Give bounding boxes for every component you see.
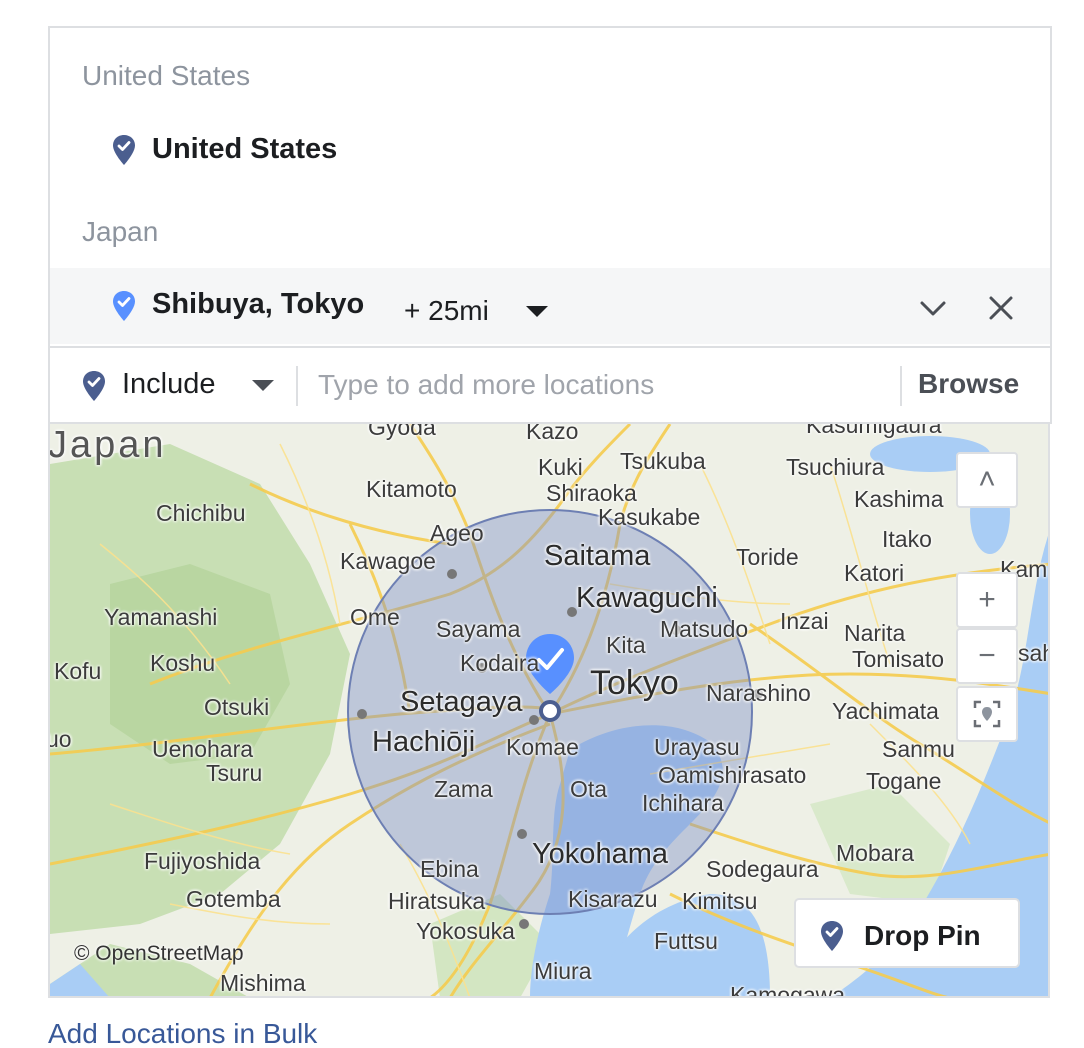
map-place-label: Yachimata	[832, 698, 939, 724]
map-place-label: Mishima	[220, 970, 306, 996]
map-place-label: Gotemba	[186, 886, 281, 912]
group-label-japan: Japan	[82, 216, 159, 247]
include-dropdown-caret-icon[interactable]	[252, 380, 274, 391]
map-place-label: Inzai	[780, 608, 829, 634]
map-place-label: Sanmu	[882, 736, 955, 762]
map-place-label: Komae	[506, 734, 579, 760]
map-place-label: Narashino	[706, 680, 811, 706]
location-list-panel: United States United States Japan Shibuy…	[48, 26, 1052, 346]
divider	[296, 366, 298, 406]
map-place-label: sah	[1018, 640, 1048, 666]
location-pin-icon	[821, 921, 843, 951]
location-name: Shibuya, Tokyo	[152, 288, 365, 320]
map-place-label: Miura	[534, 958, 592, 984]
chevron-up-icon: ˄	[978, 463, 996, 496]
divider	[900, 366, 902, 406]
map-place-label: Japan	[48, 424, 167, 466]
map-place-label: Tsuchiura	[786, 454, 885, 480]
map-place-label: Fujiyoshida	[144, 848, 261, 874]
map-place-label: Tokyo	[590, 664, 679, 702]
map-place-label: Toride	[736, 544, 799, 570]
map-place-label: Futtsu	[654, 928, 718, 954]
radius-dropdown-caret-icon[interactable]	[526, 306, 548, 317]
include-dropdown[interactable]: Include	[122, 368, 216, 401]
map-place-label: Kashima	[854, 486, 944, 512]
map-place-label: Katori	[844, 560, 905, 586]
map-place-label: uo	[48, 726, 72, 752]
radius-value[interactable]: + 25mi	[404, 295, 489, 327]
map-place-label: Saitama	[544, 540, 651, 572]
location-name: United States	[152, 133, 338, 165]
map-place-label: Shiraoka	[546, 480, 637, 506]
map-place-label: Gyoda	[368, 424, 436, 440]
map-place-label: Kofu	[54, 658, 102, 684]
map-place-label: Tsukuba	[620, 448, 706, 474]
plus-icon: +	[978, 583, 996, 616]
minus-icon: −	[978, 639, 996, 672]
map-place-label: Chichibu	[156, 500, 246, 526]
map-place-label: Itako	[882, 526, 932, 552]
map-place-label: Yokohama	[532, 838, 668, 870]
map-place-label: Kasukabe	[598, 504, 701, 530]
drop-pin-button[interactable]: Drop Pin	[794, 898, 1020, 968]
location-pin-icon	[113, 135, 135, 165]
add-locations-in-bulk-link[interactable]: Add Locations in Bulk	[48, 1018, 317, 1048]
location-item-united-states[interactable]: United States	[50, 112, 1050, 188]
close-icon[interactable]	[986, 293, 1016, 323]
browse-button[interactable]: Browse	[918, 368, 1019, 400]
map-place-label: Kuki	[538, 454, 583, 480]
map-place-label: Kisarazu	[568, 886, 658, 912]
map-place-label: Kawaguchi	[576, 582, 718, 614]
map-place-label: Kazo	[526, 424, 579, 444]
map-place-label: Sayama	[436, 616, 521, 642]
map-place-label: Kimitsu	[682, 888, 758, 914]
map-place-label: Tsuru	[206, 760, 263, 786]
map-place-label: Yokosuka	[416, 918, 515, 944]
map-place-label: Hiratsuka	[388, 888, 486, 914]
map-place-label: Narita	[844, 620, 906, 646]
location-input-bar: Include Browse	[48, 346, 1052, 424]
map-place-label: Yamanashi	[104, 604, 218, 630]
map-place-label: Kawagoe	[340, 548, 436, 574]
map-place-label: Kodaira	[460, 650, 540, 676]
map-place-label: Uenohara	[152, 736, 254, 762]
map-place-label: Oamishirasato	[658, 762, 807, 788]
map-place-label: Tomisato	[852, 646, 945, 672]
map-place-label: Mobara	[836, 840, 914, 866]
chevron-down-icon[interactable]	[918, 293, 948, 323]
map-place-label: Ebina	[420, 856, 479, 882]
location-pin-icon	[83, 371, 105, 401]
recenter-button[interactable]	[956, 686, 1018, 742]
zoom-out-button[interactable]: −	[956, 628, 1018, 684]
recenter-icon	[973, 700, 1001, 728]
map-place-label: Otsuki	[204, 694, 270, 720]
location-item-shibuya-tokyo[interactable]: Shibuya, Tokyo + 25mi	[50, 268, 1050, 344]
drop-pin-label: Drop Pin	[864, 920, 981, 951]
map-place-label: Ichihara	[642, 790, 724, 816]
group-label-united-states: United States	[82, 60, 251, 91]
location-search-input[interactable]	[318, 362, 878, 408]
map-place-label: Kitamoto	[366, 476, 457, 502]
map-place-label: Ageo	[430, 520, 484, 546]
map-place-label: Togane	[866, 768, 942, 794]
map-place-label: Sodegaura	[706, 856, 819, 882]
map-place-label: Kamogawa	[730, 982, 846, 998]
map-place-label: Setagaya	[400, 686, 523, 718]
zoom-in-button[interactable]: +	[956, 572, 1018, 628]
map-place-label: Koshu	[150, 650, 216, 676]
map-view[interactable]: Japan Gyoda Kazo Kasumigaura Kuki Tsukub…	[48, 424, 1050, 998]
map-place-label: Urayasu	[654, 734, 740, 760]
map-place-label: Matsudo	[660, 616, 749, 642]
map-place-label: Kasumigaura	[806, 424, 942, 438]
map-place-label: Zama	[434, 776, 493, 802]
map-place-label: Ome	[350, 604, 400, 630]
map-place-label: Ota	[570, 776, 608, 802]
map-attribution: © OpenStreetMap	[74, 942, 244, 965]
map-place-label: Kita	[606, 632, 646, 658]
location-pin-icon	[113, 291, 135, 321]
map-pan-up-button[interactable]: ˄	[956, 452, 1018, 508]
map-place-label: Hachiōji	[372, 726, 476, 758]
